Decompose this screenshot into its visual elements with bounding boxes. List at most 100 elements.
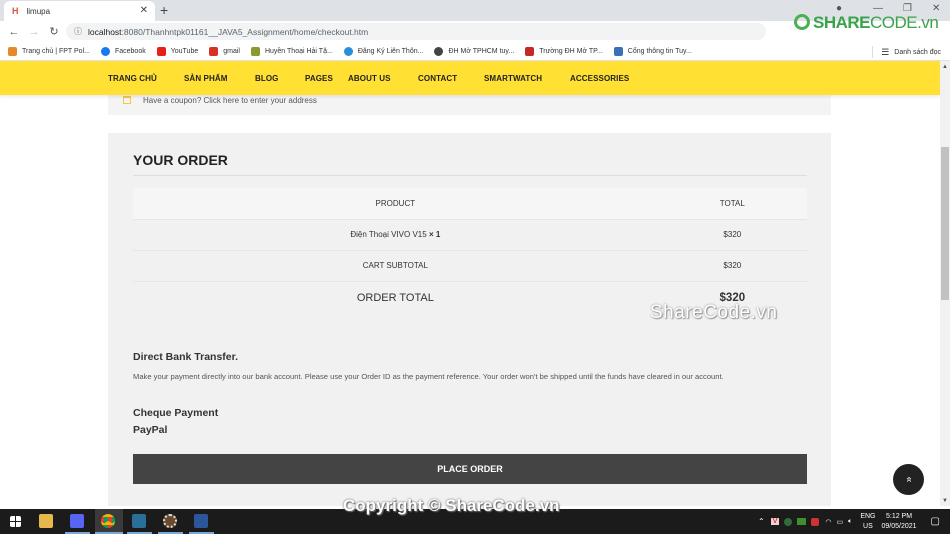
subtotal-label: CART SUBTOTAL xyxy=(133,250,658,282)
bank-transfer-description: Make your payment directly into our bank… xyxy=(133,372,724,381)
nav-smartwatch[interactable]: SMARTWATCH xyxy=(484,74,542,83)
reload-icon[interactable]: ↻ xyxy=(44,25,64,38)
page-scrollbar[interactable]: ▲ ▼ xyxy=(940,61,950,506)
code-editor-icon[interactable] xyxy=(132,514,146,528)
site-favicon-icon: H xyxy=(12,6,19,16)
payment-method-cheque[interactable]: Cheque Payment xyxy=(133,407,218,419)
bookmark-item[interactable]: gmail xyxy=(209,46,240,56)
bookmark-label: Cổng thông tin Tuy... xyxy=(627,47,692,55)
bookmark-item[interactable]: Cổng thông tin Tuy... xyxy=(613,46,692,56)
gmail-icon xyxy=(209,46,219,56)
volume-icon[interactable]: 🔈︎ xyxy=(848,518,852,526)
url-path: :8080/Thanhntpk01161__JAVA5_Assignment/h… xyxy=(121,26,369,37)
bookmark-item[interactable]: Huyền Thoại Hải Tặ... xyxy=(250,46,333,56)
nav-blog[interactable]: BLOG xyxy=(255,74,279,83)
bookmark-label: ĐH Mở TPHCM tuy... xyxy=(448,47,515,55)
product-qty: × 1 xyxy=(428,230,441,239)
product-column-header: PRODUCT xyxy=(133,188,658,220)
sharecode-logo-watermark: SHARECODE.vn xyxy=(794,13,939,33)
close-tab-icon[interactable]: ✕ xyxy=(140,5,148,16)
notifications-icon[interactable]: ▢ xyxy=(931,516,940,527)
product-name: Điện Thoại VIVO V15 xyxy=(350,230,427,239)
bookmarks-bar: Trang chủ | FPT Pol... Facebook YouTube gma… xyxy=(0,42,950,61)
place-order-button[interactable]: PLACE ORDER xyxy=(133,454,807,484)
nav-contact[interactable]: CONTACT xyxy=(418,74,457,83)
nav-accessories[interactable]: ACCESSORIES xyxy=(570,74,629,83)
main-nav: TRANG CHỦ SẢN PHẨM BLOG PAGES ABOUT US C… xyxy=(0,61,940,95)
table-header-row: PRODUCT TOTAL xyxy=(133,188,807,220)
sharecode-logo-icon xyxy=(794,14,810,30)
subtotal-value: $320 xyxy=(657,250,807,282)
double-chevron-up-icon: « xyxy=(903,476,914,483)
facebook-icon xyxy=(100,46,110,56)
back-to-top-button[interactable]: « xyxy=(893,464,924,495)
youtube-icon xyxy=(156,46,166,56)
bookmark-item[interactable]: Trang chủ | FPT Pol... xyxy=(8,46,90,56)
fpt-icon xyxy=(8,46,17,56)
product-total: $320 xyxy=(657,219,807,251)
address-bar[interactable]: ⓘ localhost:8080/Thanhntpk01161__JAVA5_A… xyxy=(66,23,766,40)
scrollbar-thumb[interactable] xyxy=(941,147,949,300)
url-host: localhost xyxy=(88,26,122,37)
info-icon[interactable]: ⓘ xyxy=(74,26,82,37)
tray-green-circle-icon[interactable] xyxy=(784,517,793,526)
bookmark-item[interactable]: ĐH Mở TPHCM tuy... xyxy=(434,46,515,56)
file-explorer-icon[interactable] xyxy=(39,514,53,528)
bookmark-label: Trường ĐH Mở TP... xyxy=(539,47,603,55)
bookmark-label: Facebook xyxy=(114,47,146,55)
bookmark-label: YouTube xyxy=(170,47,199,55)
globe-icon xyxy=(343,46,353,56)
back-arrow-icon[interactable]: ← xyxy=(4,26,24,38)
bookmark-item[interactable]: Trường ĐH Mở TP... xyxy=(525,46,603,56)
subtotal-row: CART SUBTOTAL $320 xyxy=(133,250,807,282)
order-table: PRODUCT TOTAL Điện Thoại VIVO V15 × 1 $3… xyxy=(133,188,807,315)
coupon-text[interactable]: Have a coupon? Click here to enter your … xyxy=(143,96,317,105)
app-icon[interactable] xyxy=(163,514,177,528)
nav-products[interactable]: SẢN PHẨM xyxy=(184,74,227,83)
tray-nvidia-icon[interactable] xyxy=(797,518,807,525)
word-icon[interactable] xyxy=(194,514,208,528)
tray-antivirus-icon[interactable] xyxy=(811,517,820,526)
divider xyxy=(133,175,807,176)
tab-title: limupa xyxy=(26,6,51,16)
order-title: YOUR ORDER xyxy=(133,152,228,168)
game-icon xyxy=(250,46,260,56)
product-cell: Điện Thoại VIVO V15 × 1 xyxy=(133,219,658,251)
battery-icon[interactable]: ▭ xyxy=(837,518,844,526)
reading-list-button[interactable]: ☰ Danh sách đọc xyxy=(872,46,941,58)
bookmark-item[interactable]: Đăng Ký Liên Thôn... xyxy=(343,46,424,56)
language-indicator[interactable]: ENG US xyxy=(860,512,875,532)
payment-method-bank-transfer[interactable]: Direct Bank Transfer. xyxy=(133,351,238,363)
payment-method-paypal[interactable]: PayPal xyxy=(133,424,167,436)
forward-arrow-icon[interactable]: → xyxy=(24,26,44,38)
tray-chevron-up-icon[interactable]: ⌃ xyxy=(758,517,765,526)
reading-list-label: Danh sách đọc xyxy=(894,48,941,56)
ou-icon xyxy=(525,46,535,56)
clock-time: 5:12 PM xyxy=(885,512,913,520)
scroll-up-arrow-icon[interactable]: ▲ xyxy=(942,64,948,70)
bookmark-item[interactable]: YouTube xyxy=(156,46,199,56)
clock-date: 09/05/2021 xyxy=(881,522,917,530)
nav-about-us[interactable]: ABOUT US xyxy=(348,74,391,83)
chrome-icon[interactable] xyxy=(101,514,115,528)
language-code: ENG xyxy=(860,512,876,520)
reading-list-icon: ☰ xyxy=(881,46,890,57)
bookmark-item[interactable]: Facebook xyxy=(100,46,146,56)
wifi-icon[interactable]: ◠ xyxy=(825,518,831,526)
bookmark-label: Đăng Ký Liên Thôn... xyxy=(357,47,424,55)
windows-start-icon[interactable] xyxy=(10,516,21,527)
clock[interactable]: 5:12 PM 09/05/2021 xyxy=(882,512,917,532)
nav-pages[interactable]: PAGES xyxy=(305,74,333,83)
tray-app-v-icon[interactable]: V xyxy=(770,518,780,525)
table-row: Điện Thoại VIVO V15 × 1 $320 xyxy=(133,219,807,251)
checkout-page: TRANG CHỦ SẢN PHẨM BLOG PAGES ABOUT US C… xyxy=(0,61,940,506)
bookmark-label: Huyền Thoại Hải Tặ... xyxy=(264,47,333,55)
new-tab-button[interactable]: + xyxy=(160,2,168,18)
sharecode-watermark: ShareCode.vn xyxy=(650,302,778,323)
scroll-down-arrow-icon[interactable]: ▼ xyxy=(942,498,948,504)
discord-icon[interactable] xyxy=(70,514,84,528)
nav-home[interactable]: TRANG CHỦ xyxy=(108,74,157,83)
copyright-watermark: Copyright © ShareCode.vn xyxy=(343,496,560,515)
browser-tab[interactable]: H limupa ✕ xyxy=(4,1,155,21)
keyboard-layout: US xyxy=(863,522,873,530)
